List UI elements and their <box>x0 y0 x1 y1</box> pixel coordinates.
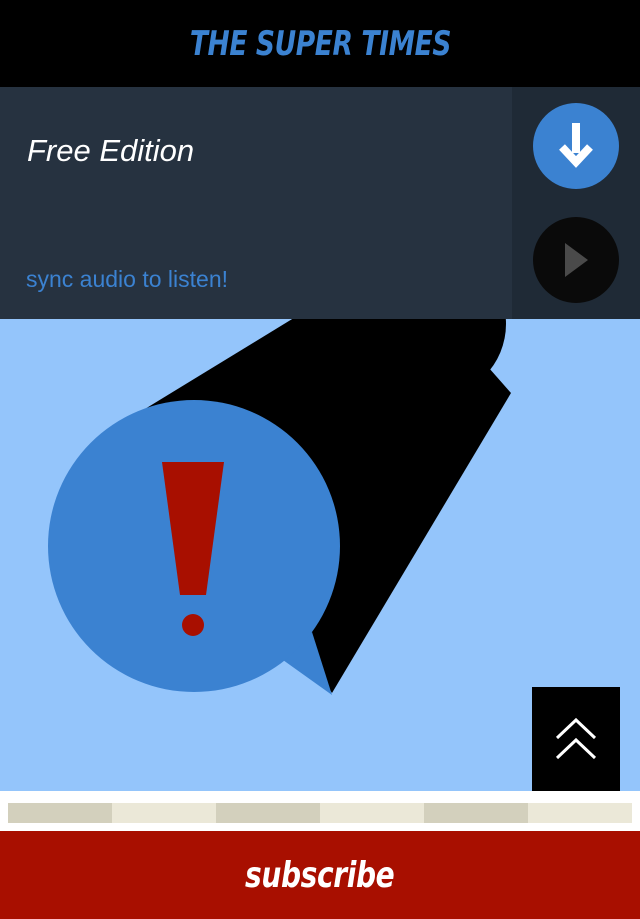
edition-title: Free Edition <box>27 133 195 168</box>
double-chevron-up-icon <box>555 717 597 760</box>
page-segment[interactable] <box>8 803 112 823</box>
subscribe-label: subscribe <box>245 854 395 896</box>
edition-actions <box>512 87 640 319</box>
subscribe-button[interactable]: subscribe <box>0 831 640 919</box>
play-icon <box>565 243 588 277</box>
download-button[interactable] <box>533 103 619 189</box>
app-header: THE SUPER TIMES <box>0 0 640 87</box>
page-segment[interactable] <box>320 803 424 823</box>
page-segment[interactable] <box>216 803 320 823</box>
scroll-to-top-button[interactable] <box>532 687 620 791</box>
arrow-down-icon <box>559 123 593 168</box>
edition-panel: Free Edition sync audio to listen! <box>0 87 640 319</box>
page-segment[interactable] <box>112 803 216 823</box>
page-indicator-track <box>8 803 632 823</box>
play-audio-button[interactable] <box>533 217 619 303</box>
edition-status-text: sync audio to listen! <box>26 266 229 292</box>
app-screen: THE SUPER TIMES Free Edition sync audio … <box>0 0 640 919</box>
exclamation-icon <box>162 462 224 636</box>
masthead-title: THE SUPER TIMES <box>189 23 451 64</box>
page-segment[interactable] <box>424 803 528 823</box>
page-indicator <box>0 791 640 831</box>
page-segment[interactable] <box>528 803 632 823</box>
